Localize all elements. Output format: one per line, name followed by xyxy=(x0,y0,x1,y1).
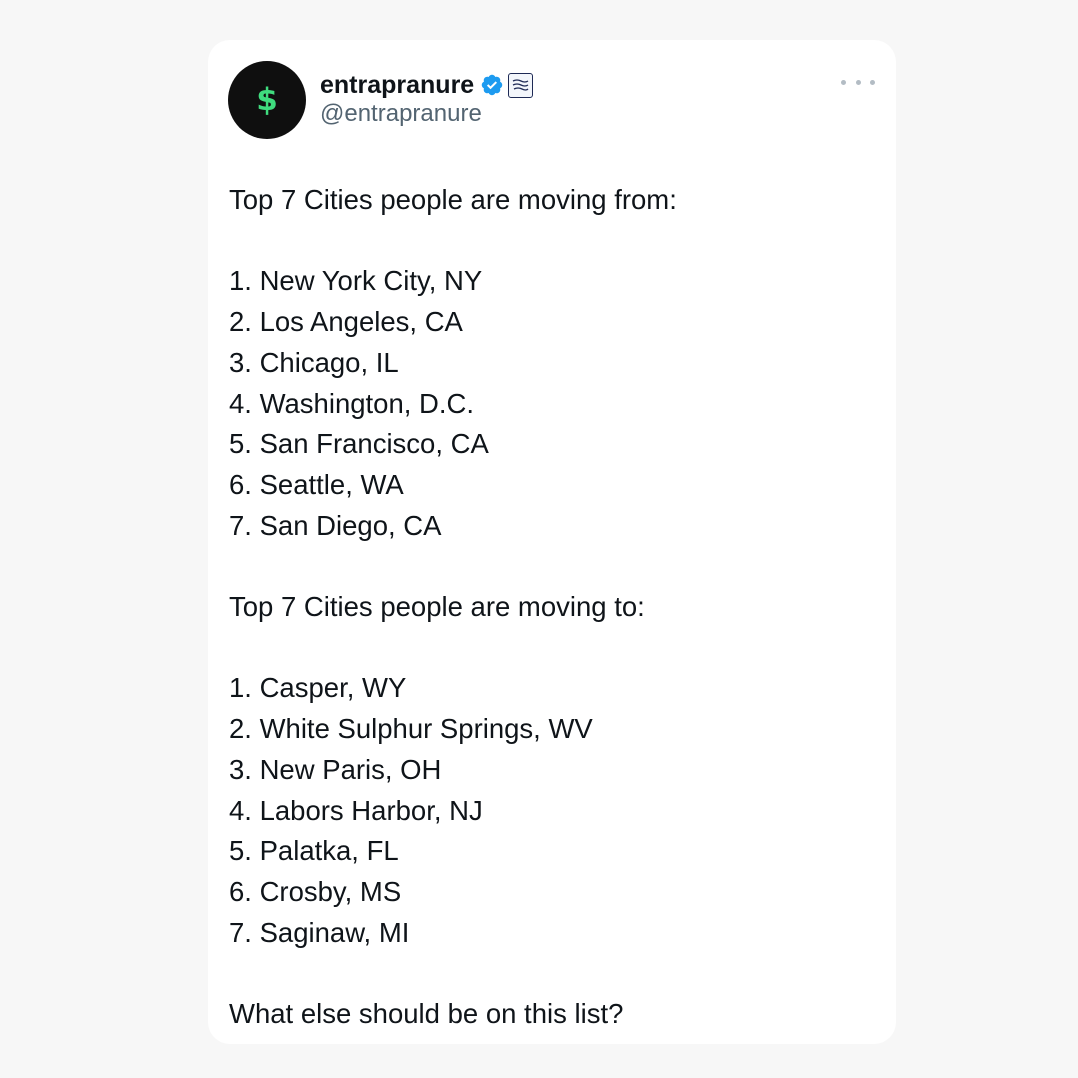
more-dot xyxy=(855,79,861,85)
more-dot xyxy=(841,79,846,85)
heading-moving-to: Top 7 Cities people are moving to: xyxy=(229,591,645,622)
list-item: 7. San Diego, CA xyxy=(229,509,442,541)
list-item: 1. New York City, NY xyxy=(229,265,483,297)
closing-question: What else should be on this list? xyxy=(229,998,624,1029)
verified-badge-icon[interactable] xyxy=(480,73,504,97)
avatar[interactable]: $ xyxy=(228,61,306,139)
list-item: 5. Palatka, FL xyxy=(229,835,399,867)
list-item: 4. Labors Harbor, NJ xyxy=(229,794,483,826)
handle[interactable]: @entrapranure xyxy=(320,100,482,128)
affiliate-badge-icon[interactable] xyxy=(508,72,534,98)
avatar-dollar-symbol: $ xyxy=(256,81,278,118)
author-name-row: entrapranure xyxy=(320,68,534,102)
more-dot xyxy=(870,79,875,85)
list-item: 6. Crosby, MS xyxy=(229,875,402,907)
list-item: 7. Saginaw, MI xyxy=(229,916,410,948)
heading-moving-from: Top 7 Cities people are moving from: xyxy=(229,184,677,215)
list-item: 2. Los Angeles, CA xyxy=(229,306,463,338)
list-item: 1. Casper, WY xyxy=(229,672,407,704)
list-item: 5. San Francisco, CA xyxy=(229,428,489,460)
list-item: 6. Seattle, WA xyxy=(229,468,404,500)
list-item: 2. White Sulphur Springs, WV xyxy=(229,713,593,745)
tweet-card: $ entrapranure @entrapranure Top 7 Citie… xyxy=(208,40,896,1044)
more-horizontal-icon[interactable] xyxy=(841,70,875,94)
display-name[interactable]: entrapranure xyxy=(320,71,474,100)
list-item: 4. Washington, D.C. xyxy=(229,387,475,419)
tweet-text: Top 7 Cities people are moving from: 1. … xyxy=(229,180,869,1035)
list-item: 3. Chicago, IL xyxy=(229,346,399,378)
list-item: 3. New Paris, OH xyxy=(229,753,442,785)
